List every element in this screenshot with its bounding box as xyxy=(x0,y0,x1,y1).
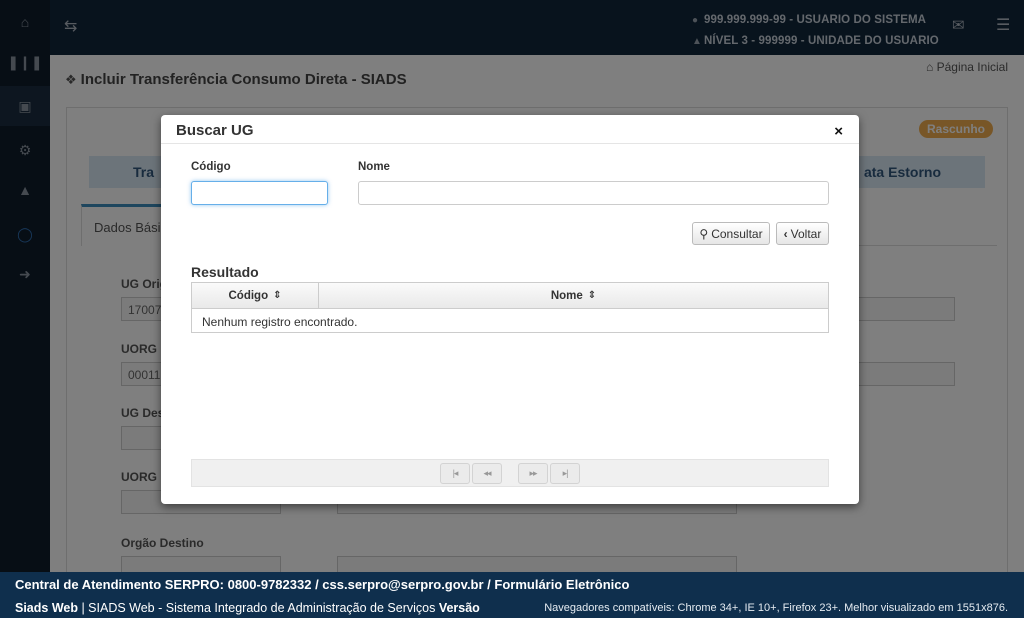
footer-system: Siads Web | SIADS Web - Sistema Integrad… xyxy=(15,601,480,615)
voltar-button[interactable]: ‹ Voltar xyxy=(776,222,829,245)
chevron-left-icon: ‹ xyxy=(783,226,788,241)
voltar-label: Voltar xyxy=(790,226,822,241)
consultar-button[interactable]: ⚲ Consultar xyxy=(692,222,770,245)
nome-label: Nome xyxy=(358,161,390,173)
pagination-bar: |◂ ◂◂ ▸▸ ▸| xyxy=(191,459,829,487)
result-title: Resultado xyxy=(191,264,259,280)
footer: Central de Atendimento SERPRO: 0800-9782… xyxy=(0,572,1024,618)
sort-icon: ⇕ xyxy=(273,290,282,301)
nome-input[interactable] xyxy=(358,181,829,205)
next-page-button[interactable]: ▸▸ xyxy=(518,463,548,484)
column-header-nome[interactable]: Nome ⇕ xyxy=(319,283,828,309)
search-icon: ⚲ xyxy=(699,226,709,241)
column-nome-label: Nome xyxy=(550,289,583,302)
sort-icon: ⇕ xyxy=(587,290,597,301)
first-page-button[interactable]: |◂ xyxy=(440,463,470,484)
consultar-label: Consultar xyxy=(711,226,763,241)
prev-page-button[interactable]: ◂◂ xyxy=(472,463,502,484)
buscar-ug-modal: Buscar UG × Código Nome ⚲ Consultar ‹ Volt… xyxy=(161,115,859,504)
result-table: Código ⇕ Nome ⇕ Nenhum registro encontrado… xyxy=(191,282,829,333)
codigo-input[interactable] xyxy=(191,181,328,205)
modal-header: Buscar UG × xyxy=(161,115,859,144)
column-codigo-label: Código xyxy=(228,289,269,302)
modal-title: Buscar UG xyxy=(176,122,254,139)
empty-message: Nenhum registro encontrado. xyxy=(202,315,358,329)
footer-support: Central de Atendimento SERPRO: 0800-9782… xyxy=(15,577,630,592)
footer-brand: Siads Web xyxy=(15,601,78,615)
last-page-button[interactable]: ▸| xyxy=(550,463,580,484)
codigo-label: Código xyxy=(191,161,231,173)
close-icon[interactable]: × xyxy=(834,124,843,139)
footer-browsers: Navegadores compatíveis: Chrome 34+, IE … xyxy=(544,602,1008,614)
footer-version: Versão xyxy=(438,601,480,615)
column-header-codigo[interactable]: Código ⇕ xyxy=(192,283,319,309)
footer-system-name: | SIADS Web - Sistema Integrado de Admin… xyxy=(77,601,439,615)
